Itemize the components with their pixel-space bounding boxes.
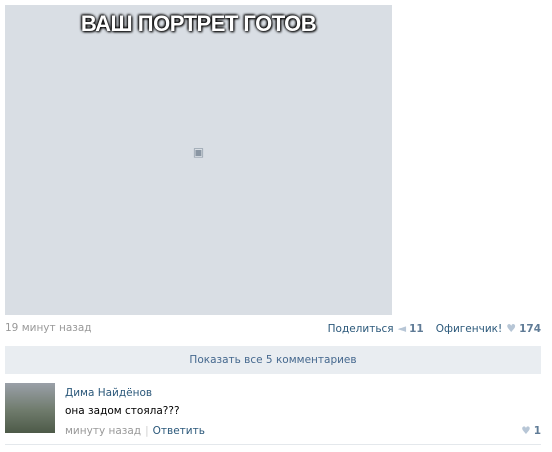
comment-author[interactable]: Дима Найдёнов (65, 387, 152, 399)
like-button[interactable]: Офигенчик! ♥ 174 (436, 322, 541, 335)
post-actions: Поделиться ◄ 11 Офигенчик! ♥ 174 (328, 322, 541, 335)
heart-icon: ♥ (506, 322, 517, 335)
share-label: Поделиться (327, 322, 394, 335)
like-label: Офигенчик! (435, 322, 503, 335)
photo-placeholder: ▣ (192, 145, 205, 159)
heart-icon: ♥ (521, 425, 531, 437)
photo-caption: ВАШ ПОРТРЕТ ГОТОВ (80, 11, 317, 36)
megaphone-icon: ◄ (397, 322, 407, 335)
share-button[interactable]: Поделиться ◄ 11 (328, 322, 424, 335)
comment-time[interactable]: минуту назад (65, 425, 141, 437)
divider (5, 444, 541, 445)
show-all-comments-label: Показать все 5 комментариев (189, 354, 357, 366)
comment-footer: минуту назад | Ответить (65, 425, 205, 437)
share-count: 11 (409, 322, 424, 335)
show-all-comments-button[interactable]: Показать все 5 комментариев (5, 346, 541, 374)
avatar[interactable] (5, 383, 55, 433)
comment-like-count: 1 (533, 425, 541, 437)
post-time[interactable]: 19 минут назад (5, 322, 92, 334)
reply-button[interactable]: Ответить (153, 425, 205, 437)
post-meta: 19 минут назад Поделиться ◄ 11 Офигенчик… (5, 322, 541, 338)
post-photo[interactable]: ВАШ ПОРТРЕТ ГОТОВ ▣ (5, 5, 392, 315)
comment-like-button[interactable]: ♥ 1 (521, 425, 541, 437)
separator: | (145, 425, 149, 437)
like-count: 174 (519, 322, 541, 335)
comment: Дима Найдёнов она задом стояла??? минуту… (5, 383, 541, 439)
comment-text: она задом стояла??? (65, 405, 180, 417)
